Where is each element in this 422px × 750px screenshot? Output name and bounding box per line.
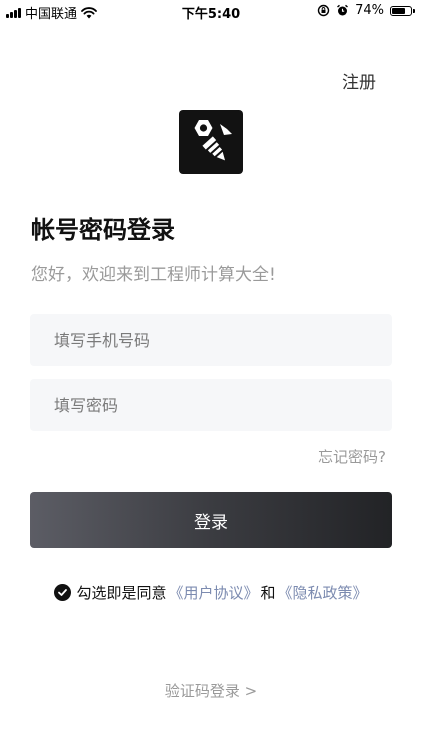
battery-icon: [390, 5, 415, 16]
welcome-text: 您好，欢迎来到工程师计算大全!: [31, 265, 276, 285]
login-button[interactable]: 登录: [30, 492, 392, 548]
page-title: 帐号密码登录: [31, 216, 175, 244]
phone-field[interactable]: [30, 314, 392, 366]
forgot-password-link[interactable]: 忘记密码?: [318, 446, 386, 467]
battery-percent: 74%: [355, 3, 384, 18]
checkbox-checked-icon[interactable]: [54, 584, 72, 601]
nut-and-screw-logo-icon: [194, 120, 232, 161]
alarm-icon: [337, 4, 349, 16]
user-agreement-link[interactable]: 《用户协议》: [168, 582, 258, 603]
status-bar: 中国联通 下午5:40 74%: [0, 0, 422, 22]
battery-fill: [392, 7, 405, 14]
app-logo: [179, 110, 243, 174]
phone-input[interactable]: [30, 314, 392, 366]
agreement-prefix: 勾选即是同意: [76, 584, 167, 602]
agreement-row: 勾选即是同意 《用户协议》 和 《隐私政策》: [0, 582, 422, 603]
rotation-lock-icon: [317, 4, 330, 17]
password-input[interactable]: [30, 379, 392, 431]
password-field[interactable]: [30, 379, 392, 431]
privacy-policy-link[interactable]: 《隐私政策》: [278, 582, 368, 603]
register-link[interactable]: 注册: [342, 68, 376, 93]
status-right: 74%: [317, 3, 415, 18]
sms-login-link[interactable]: 验证码登录 >: [0, 680, 422, 701]
agreement-and: 和: [260, 584, 276, 602]
